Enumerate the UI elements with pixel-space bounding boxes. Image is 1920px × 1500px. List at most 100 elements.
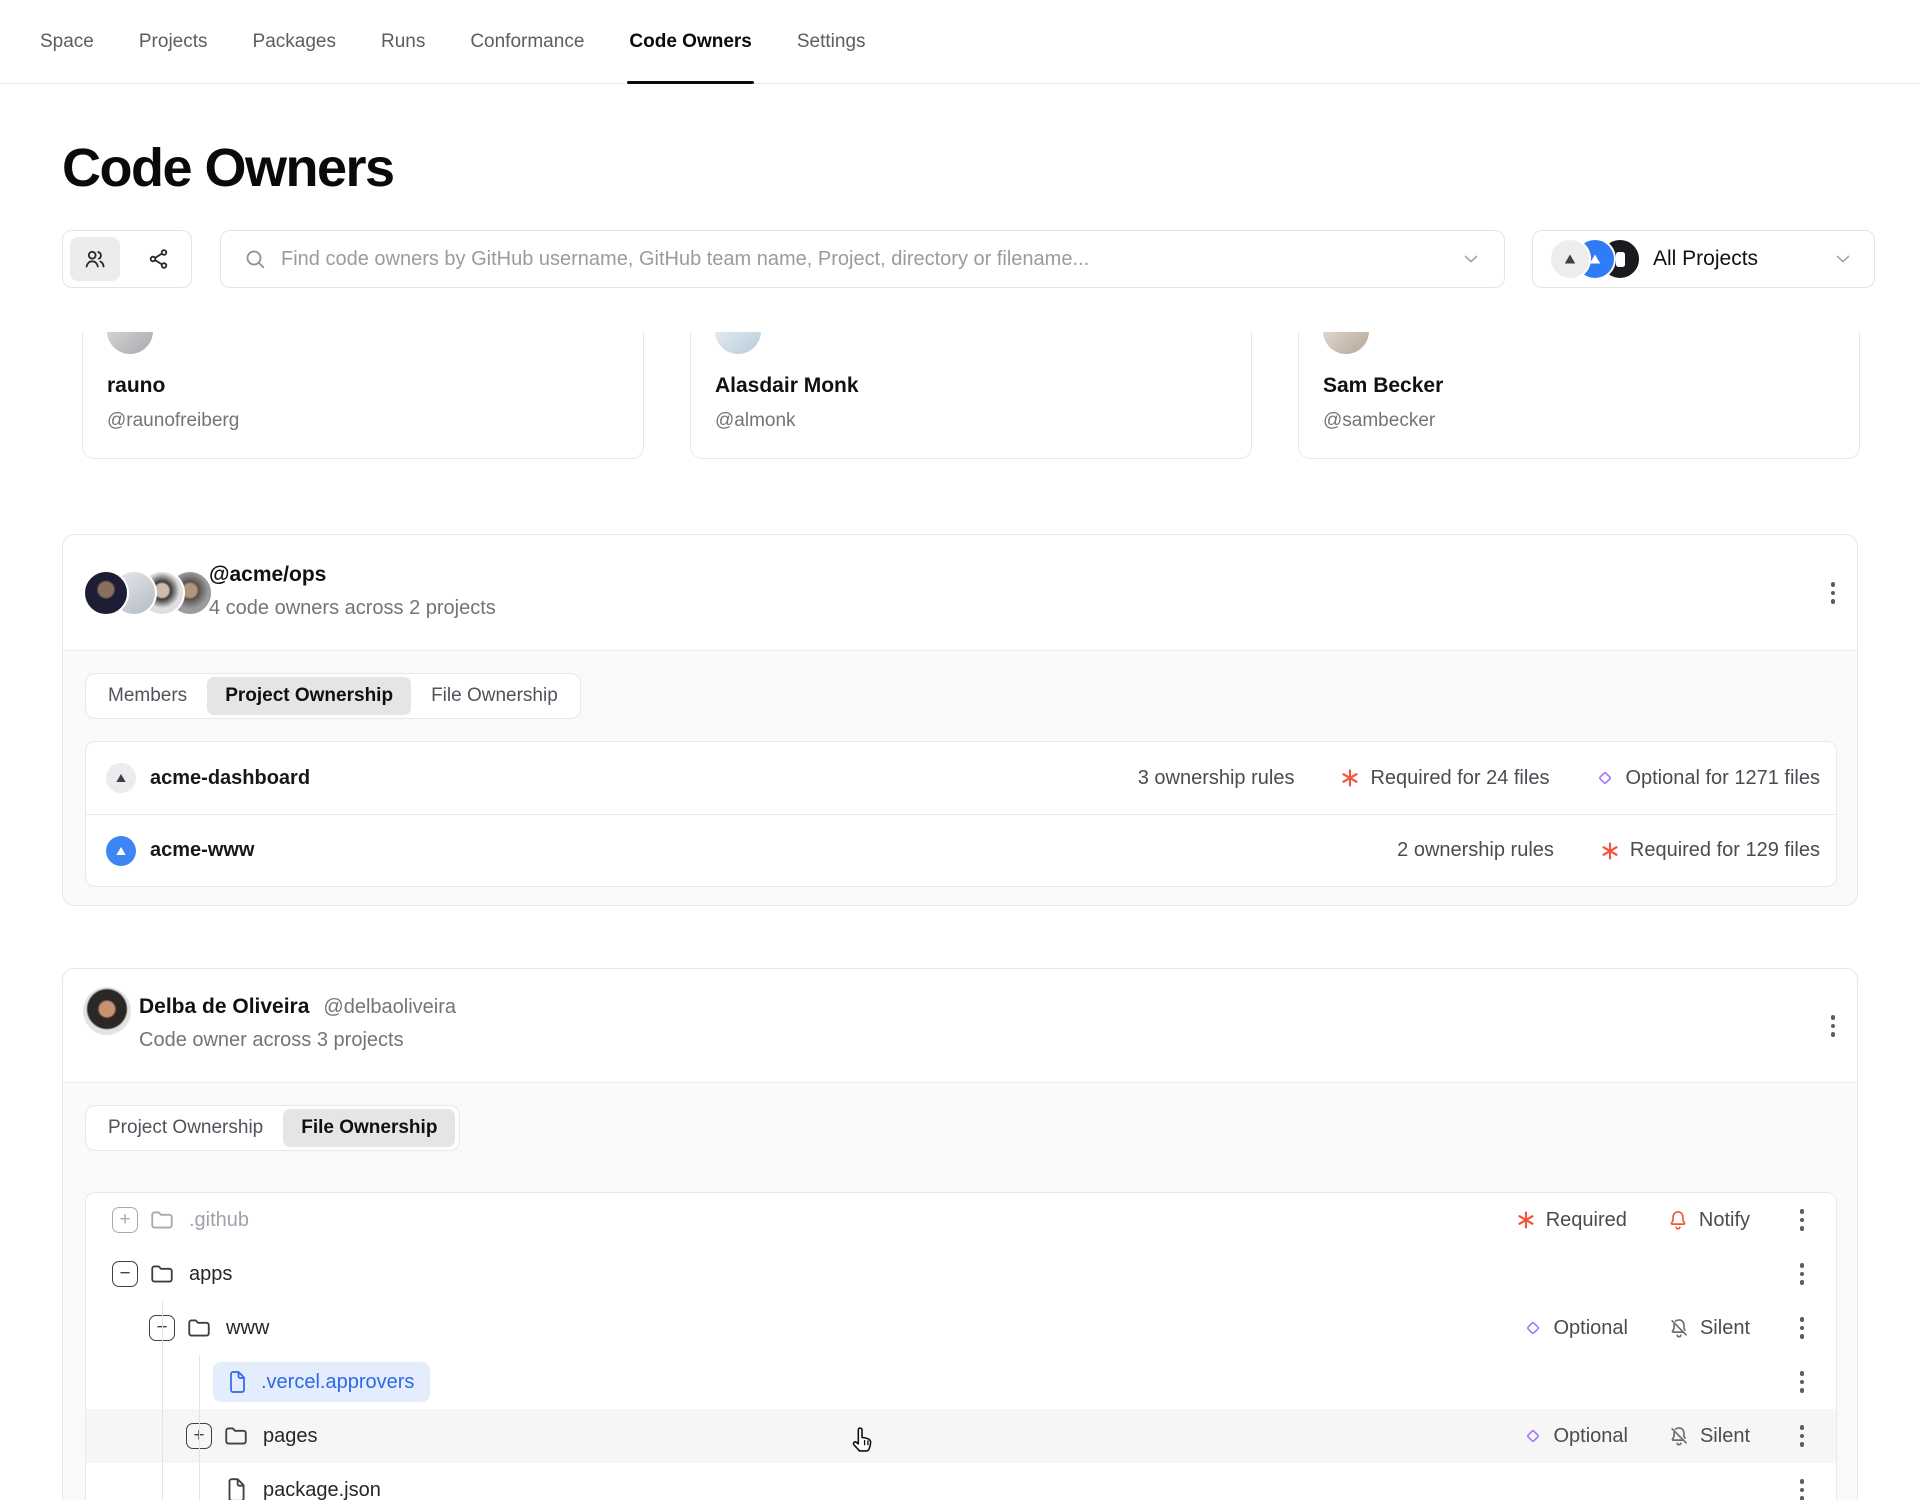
person-subtitle: Code owner across 3 projects [139,1029,404,1051]
bell-icon [1670,1211,1686,1230]
tree-row-github[interactable]: .github Required Notify [86,1193,1836,1247]
project-avatar-stack [1549,238,1641,280]
project-row[interactable]: acme-dashboard 3 ownership rules Require… [86,742,1836,814]
nav-item-projects[interactable]: Projects [139,0,208,83]
page-header: Code Owners A [0,85,1920,332]
team-card-header: @acme/ops 4 code owners across 2 project… [63,535,1857,651]
nav-item-runs[interactable]: Runs [381,0,425,83]
kebab-menu-button[interactable] [1790,1206,1814,1234]
folder-icon [188,1319,210,1337]
project-filter-label: All Projects [1653,247,1759,270]
diamond-icon [1527,1322,1540,1334]
tree-label: .vercel.approvers [261,1370,415,1393]
file-icon [230,1371,245,1393]
code-owners-page: rauno @raunofreiberg Alasdair Monk @almo… [0,0,1920,1500]
avatar [83,570,129,616]
project-filter-select[interactable]: All Projects [1532,230,1875,288]
folder-icon [151,1265,173,1283]
required-files-stat: Required for 129 files [1600,839,1820,862]
project-name: acme-dashboard [150,766,311,789]
kebab-menu-button[interactable] [1821,1012,1845,1040]
project-logo-icon [106,835,136,866]
nav-item-code-owners[interactable]: Code Owners [627,0,755,84]
nav-item-space[interactable]: Space [40,0,94,83]
view-toggle [62,230,192,288]
owner-handle: @raunofreiberg [107,410,240,431]
tree-label: .github [189,1208,250,1231]
person-card-header: Delba de Oliveira @delbaoliveira Code ow… [63,969,1857,1083]
tree-label: apps [189,1262,233,1285]
diamond-icon [1599,772,1612,784]
tab-members[interactable]: Members [90,677,205,715]
ownership-rules-count: 2 ownership rules [1397,839,1554,861]
tree-guide-line [162,1301,163,1500]
tree-row-package-json[interactable]: package.json [86,1463,1836,1500]
selected-file-pill[interactable]: .vercel.approvers [213,1362,431,1402]
file-icon [228,1478,245,1500]
person-card: Delba de Oliveira @delbaoliveira Code ow… [62,968,1858,1500]
team-name: @acme/ops [209,563,327,586]
ownership-rules-count: 3 ownership rules [1137,766,1295,789]
tab-file-ownership[interactable]: File Ownership [283,1109,456,1147]
members-view-button[interactable] [70,237,120,281]
file-ownership-tree: .github Required Notify apps [85,1192,1837,1500]
tree-row-pages[interactable]: pages Optional Silent [86,1409,1836,1463]
tab-project-ownership[interactable]: Project Ownership [90,1109,281,1147]
chevron-down-icon[interactable] [1460,248,1482,270]
notify-badge: Notify [1667,1209,1750,1232]
page-title: Code Owners [62,138,395,198]
top-navigation: Space Projects Packages Runs Conformance… [0,0,1920,84]
kebab-menu-button[interactable] [1821,579,1845,607]
tree-guide-line [199,1355,200,1500]
kebab-menu-button[interactable] [1790,1368,1814,1396]
owner-name: rauno [107,374,166,397]
bell-slash-icon [1671,1427,1687,1446]
share-graph-icon [149,249,168,269]
team-tabs: Members Project Ownership File Ownership [85,673,581,719]
owner-handle: @almonk [715,410,796,431]
kebab-menu-button[interactable] [1790,1314,1814,1342]
asterisk-icon [1602,841,1618,860]
toolbar: All Projects [62,230,1875,288]
people-icon [85,250,105,268]
diamond-icon [1527,1430,1540,1442]
team-card: @acme/ops 4 code owners across 2 project… [62,534,1858,906]
tree-row-vercel-approvers[interactable]: .vercel.approvers [86,1355,1836,1409]
project-row[interactable]: acme-www 2 ownership rules Required for … [86,814,1836,886]
optional-flag: Optional [1523,1317,1628,1340]
owner-name: Sam Becker [1323,374,1444,397]
nav-item-settings[interactable]: Settings [797,0,866,83]
owner-name: Alasdair Monk [715,374,859,397]
kebab-menu-button[interactable] [1790,1476,1814,1500]
collapse-toggle[interactable] [112,1261,138,1287]
tree-label: package.json [263,1478,381,1500]
search-input[interactable] [281,247,1446,271]
team-avatar-stack [83,570,213,616]
team-subtitle: 4 code owners across 2 projects [209,597,496,619]
person-handle: @delbaoliveira [323,996,457,1018]
folder-icon [225,1427,247,1445]
silent-badge: Silent [1668,1425,1750,1448]
project-ownership-table: acme-dashboard 3 ownership rules Require… [85,741,1837,887]
tree-row-www[interactable]: www Optional Silent [86,1301,1836,1355]
project-logo-icon [1549,238,1591,280]
person-name: Delba de Oliveira [139,995,310,1018]
owner-handle: @sambecker [1323,410,1436,431]
graph-view-button[interactable] [134,237,184,281]
search-field [220,230,1505,288]
kebab-menu-button[interactable] [1790,1260,1814,1288]
kebab-menu-button[interactable] [1790,1422,1814,1450]
bell-slash-icon [1671,1319,1687,1338]
tree-row-apps[interactable]: apps [86,1247,1836,1301]
project-name: acme-www [150,839,255,861]
tab-project-ownership[interactable]: Project Ownership [207,677,412,715]
asterisk-icon [1518,1211,1534,1229]
folder-icon [151,1211,173,1229]
nav-item-conformance[interactable]: Conformance [470,0,584,83]
expand-toggle[interactable] [112,1207,138,1233]
tab-file-ownership[interactable]: File Ownership [413,677,576,715]
person-tabs: Project Ownership File Ownership [85,1105,461,1151]
nav-item-packages[interactable]: Packages [253,0,336,83]
chevron-down-icon [1836,255,1850,263]
asterisk-icon [1342,769,1359,787]
